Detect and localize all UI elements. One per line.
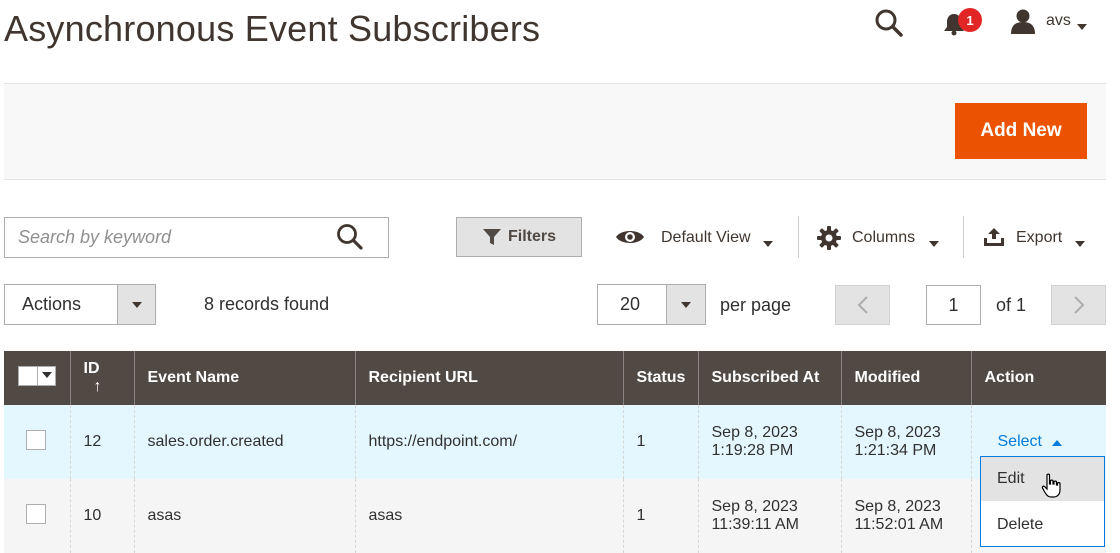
chevron-right-icon: [1073, 296, 1084, 314]
cell-modified: Sep 8, 2023 1:21:34 PM: [841, 405, 972, 479]
column-header-action: Action: [971, 351, 1106, 405]
page-number-input[interactable]: 1: [926, 285, 981, 325]
actions-dropdown-button[interactable]: [117, 285, 155, 324]
chevron-down-icon[interactable]: [1076, 18, 1088, 36]
actions-select-label: Actions: [22, 294, 82, 314]
page-size-select[interactable]: 20: [597, 284, 706, 325]
subscribers-table: ID ↑ Event Name Recipient URL Status Sub…: [4, 351, 1106, 553]
search-placeholder: Search by keyword: [18, 227, 172, 247]
modified-time: 1:21:34 PM: [854, 442, 937, 459]
subscribed-time: 11:39:11 AM: [711, 516, 799, 533]
row-checkbox[interactable]: [26, 429, 46, 450]
menu-item-delete[interactable]: Delete: [981, 503, 1104, 547]
search-icon[interactable]: [874, 8, 904, 43]
column-header-event-name[interactable]: Event Name: [134, 351, 356, 405]
subscribed-time: 1:19:28 PM: [711, 442, 794, 459]
cell-id: 10: [70, 479, 135, 553]
toolbar-divider: [798, 216, 799, 258]
column-header-id[interactable]: ID ↑: [70, 351, 135, 405]
cell-modified: Sep 8, 2023 11:52:01 AM: [841, 479, 972, 553]
row-checkbox[interactable]: [26, 503, 46, 524]
chevron-down-icon[interactable]: [1074, 235, 1086, 253]
sort-ascending-icon: ↑: [93, 378, 102, 395]
previous-page-button[interactable]: [835, 285, 890, 325]
cell-event-name: asas: [134, 479, 356, 553]
page-title: Asynchronous Event Subscribers: [4, 8, 541, 49]
default-view-label[interactable]: Default View: [661, 229, 751, 247]
chevron-down-icon[interactable]: [762, 235, 774, 253]
toolbar-divider: [963, 216, 964, 258]
column-header-modified[interactable]: Modified: [841, 351, 972, 405]
cell-status: 1: [623, 405, 699, 479]
notification-badge: 1: [958, 8, 982, 32]
filters-button[interactable]: Filters: [456, 217, 582, 257]
cell-event-name: sales.order.created: [134, 405, 356, 479]
column-header-recipient-url[interactable]: Recipient URL: [355, 351, 624, 405]
mass-select-header: [4, 351, 71, 405]
next-page-button[interactable]: [1051, 285, 1106, 325]
cell-id: 12: [70, 405, 135, 479]
export-icon: [983, 227, 1005, 252]
actions-select[interactable]: Actions: [4, 284, 156, 325]
cell-subscribed-at: Sep 8, 2023 1:19:28 PM: [698, 405, 842, 479]
caret-up-icon: [1052, 440, 1063, 446]
cell-recipient-url: asas: [355, 479, 624, 553]
cursor-hand-icon: [1041, 473, 1063, 504]
search-icon[interactable]: [336, 223, 364, 256]
columns-label[interactable]: Columns: [852, 229, 915, 247]
chevron-left-icon: [857, 296, 868, 314]
table-header-row: ID ↑ Event Name Recipient URL Status Sub…: [4, 351, 1106, 405]
subscribed-date: Sep 8, 2023: [711, 424, 798, 441]
modified-time: 11:52:01 AM: [854, 516, 944, 533]
user-icon[interactable]: [1010, 8, 1036, 39]
column-header-subscribed-at[interactable]: Subscribed At: [698, 351, 842, 405]
chevron-down-icon: [41, 372, 52, 378]
export-label[interactable]: Export: [1016, 229, 1062, 247]
modified-date: Sep 8, 2023: [854, 424, 941, 441]
page-actions-bar: [4, 83, 1106, 180]
mass-select-dropdown[interactable]: [38, 365, 56, 386]
modified-date: Sep 8, 2023: [854, 498, 941, 515]
action-select-link[interactable]: Select: [998, 433, 1042, 450]
row-select-cell: [4, 405, 71, 479]
per-page-label: per page: [720, 295, 792, 315]
eye-icon: [615, 227, 645, 252]
filter-icon: [482, 229, 501, 245]
user-name[interactable]: avs: [1046, 12, 1071, 30]
mass-select-control[interactable]: [18, 365, 56, 386]
table-row[interactable]: 12 sales.order.created https://endpoint.…: [4, 405, 1106, 479]
page-size-dropdown-button[interactable]: [666, 285, 705, 324]
page-size-value: 20: [620, 294, 641, 314]
records-found: 8 records found: [204, 294, 330, 314]
gear-icon: [817, 226, 841, 255]
row-select-cell: [4, 479, 71, 553]
chevron-down-icon: [132, 302, 142, 308]
cell-status: 1: [623, 479, 699, 553]
subscribed-date: Sep 8, 2023: [711, 498, 798, 515]
page-total: of 1: [996, 295, 1027, 315]
table-row[interactable]: 10 asas asas 1 Sep 8, 2023 11:39:11 AM S…: [4, 479, 1106, 553]
cell-subscribed-at: Sep 8, 2023 11:39:11 AM: [698, 479, 842, 553]
column-header-id-label: ID: [83, 360, 100, 377]
chevron-down-icon: [681, 302, 691, 308]
select-all-checkbox[interactable]: [18, 365, 38, 386]
cell-recipient-url: https://endpoint.com/: [355, 405, 624, 479]
column-header-status[interactable]: Status: [623, 351, 699, 405]
chevron-down-icon[interactable]: [928, 235, 940, 253]
filters-label: Filters: [507, 228, 556, 245]
add-new-button[interactable]: Add New: [955, 103, 1087, 159]
